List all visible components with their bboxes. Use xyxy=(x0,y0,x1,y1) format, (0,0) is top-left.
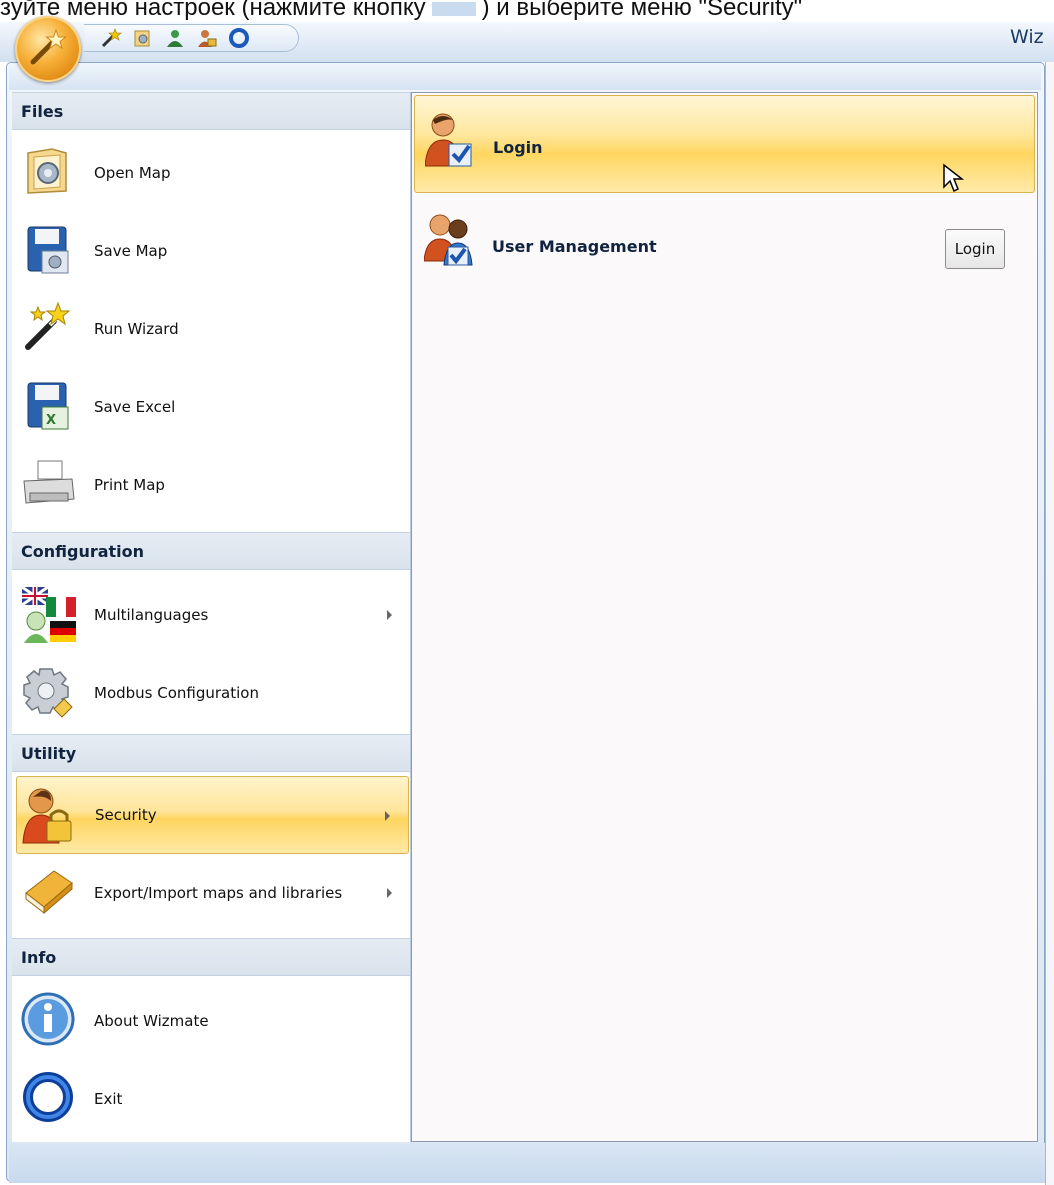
caption-text-after: ) и выберите меню "Security" xyxy=(481,0,803,21)
menu-button-reference xyxy=(431,1,476,16)
exit-icon[interactable] xyxy=(228,27,250,49)
caption-text-before: зуйте меню настроек (нажмите кнопку xyxy=(0,0,426,21)
exit-icon xyxy=(20,1069,80,1129)
submenu-item-user-management[interactable]: User Management xyxy=(414,195,1035,293)
submenu-item-label: Login xyxy=(493,138,543,157)
menu-item-label: Save Excel xyxy=(94,398,176,416)
security-icon xyxy=(21,785,81,845)
menu-item-label: Multilanguages xyxy=(94,606,209,624)
section-header-info: Info xyxy=(12,938,410,976)
submenu-arrow-icon xyxy=(387,610,392,620)
gear-icon xyxy=(20,663,80,723)
security-icon[interactable] xyxy=(196,27,218,49)
run-wizard-icon xyxy=(20,299,80,359)
menu-left-panel: Files Open Map Save Map Run Wizard X Sav… xyxy=(12,92,411,1142)
menu-item-label: Run Wizard xyxy=(94,320,179,338)
menu-item-modbus-configuration[interactable]: Modbus Configuration xyxy=(12,654,410,732)
document-caption: зуйте меню настроек (нажмите кнопку ) и в… xyxy=(0,0,1054,22)
section-header-utility: Utility xyxy=(12,734,410,772)
menu-item-about[interactable]: About Wizmate xyxy=(12,982,410,1060)
menu-item-label: Exit xyxy=(94,1090,123,1108)
menu-item-label: Modbus Configuration xyxy=(94,684,259,702)
user-icon[interactable] xyxy=(164,27,186,49)
window-title: Wiz xyxy=(1010,26,1044,48)
application-button[interactable] xyxy=(15,16,81,82)
security-submenu-panel: Login User Management Login xyxy=(411,92,1038,1142)
menu-item-label: About Wizmate xyxy=(94,1012,209,1030)
menu-item-multilanguages[interactable]: Multilanguages xyxy=(12,576,410,654)
mouse-cursor-icon xyxy=(942,163,966,193)
printer-icon xyxy=(20,455,80,515)
section-header-files: Files xyxy=(12,92,410,130)
background-document-edge xyxy=(1045,62,1054,1185)
section-header-configuration: Configuration xyxy=(12,532,410,570)
save-map-icon xyxy=(20,221,80,281)
menu-item-save-excel[interactable]: X Save Excel xyxy=(12,368,410,446)
quick-access-toolbar xyxy=(84,24,299,52)
menu-item-label: Save Map xyxy=(94,242,168,260)
menu-item-label: Export/Import maps and libraries xyxy=(94,884,343,902)
wizard-icon[interactable] xyxy=(100,27,122,49)
open-map-icon xyxy=(20,143,80,203)
login-button[interactable]: Login xyxy=(945,229,1005,269)
book-icon xyxy=(20,863,80,923)
menu-item-save-map[interactable]: Save Map xyxy=(12,212,410,290)
multilanguages-icon xyxy=(20,585,80,645)
menu-item-run-wizard[interactable]: Run Wizard xyxy=(12,290,410,368)
open-map-icon[interactable] xyxy=(132,27,154,49)
menu-item-security[interactable]: Security xyxy=(16,776,409,854)
menu-bottom-strip xyxy=(9,1143,1045,1183)
svg-text:X: X xyxy=(46,413,56,428)
menu-top-strip xyxy=(9,66,1041,90)
menu-item-exit[interactable]: Exit xyxy=(12,1060,410,1138)
submenu-item-label: User Management xyxy=(492,237,657,256)
submenu-arrow-icon xyxy=(387,888,392,898)
submenu-arrow-icon xyxy=(385,811,390,821)
menu-item-label: Open Map xyxy=(94,164,171,182)
wizard-icon xyxy=(30,28,67,65)
menu-item-label: Security xyxy=(95,806,157,824)
user-management-icon xyxy=(423,211,474,267)
menu-item-open-map[interactable]: Open Map xyxy=(12,134,410,212)
menu-item-export-import[interactable]: Export/Import maps and libraries xyxy=(12,854,410,932)
save-excel-icon: X xyxy=(20,377,80,437)
menu-item-print-map[interactable]: Print Map xyxy=(12,446,410,524)
info-icon xyxy=(20,991,80,1051)
login-user-icon xyxy=(424,112,475,168)
menu-item-label: Print Map xyxy=(94,476,165,494)
